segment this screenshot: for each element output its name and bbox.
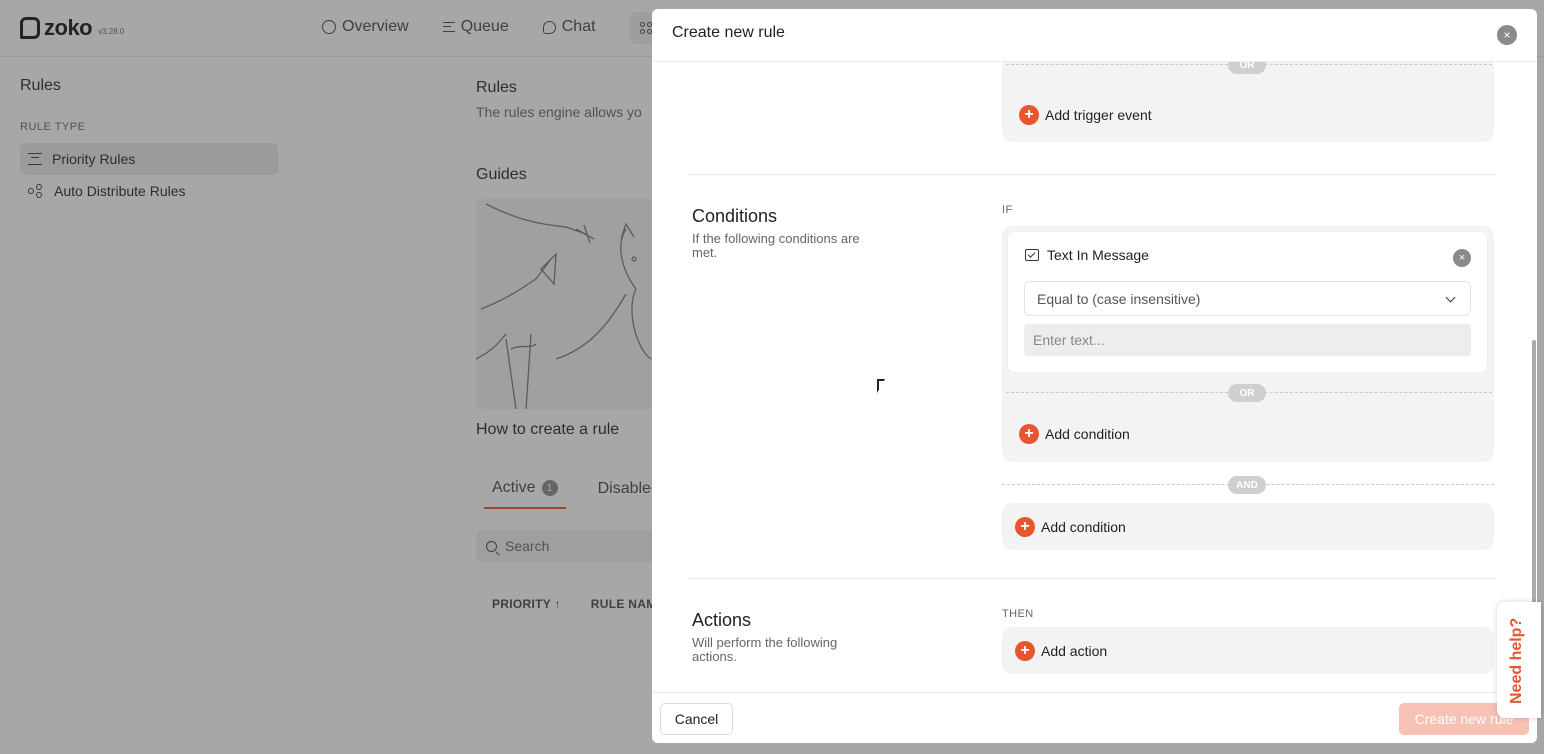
conditions-title: Conditions — [692, 206, 778, 226]
add-action-label: Add action — [1041, 643, 1108, 659]
add-condition-label: Add condition — [1045, 426, 1130, 442]
if-keyword: IF — [1002, 204, 1013, 216]
condition-or-pill: OR — [1228, 384, 1266, 402]
operator-value: Equal to (case insensitive) — [1037, 290, 1201, 307]
condition-label: Text In Message — [1047, 247, 1149, 263]
plus-icon: + — [1015, 641, 1035, 661]
cancel-button[interactable]: Cancel — [660, 703, 733, 735]
need-help-label: Need help? — [1508, 617, 1525, 704]
condition-text-input[interactable] — [1024, 324, 1471, 356]
add-action-button[interactable]: + Add action — [1015, 641, 1107, 661]
add-condition-inner-button[interactable]: + Add condition — [1019, 424, 1130, 444]
actions-description: Will perform the following actions. — [692, 635, 838, 664]
plus-icon: + — [1015, 517, 1035, 537]
actions-title: Actions — [692, 610, 752, 630]
modal-title: Create new rule — [672, 24, 785, 41]
message-icon — [1025, 249, 1039, 261]
section-separator — [688, 174, 1496, 175]
operator-select[interactable]: Equal to (case insensitive) — [1024, 281, 1471, 316]
modal-header: Create new rule × — [652, 9, 1537, 62]
add-trigger-event-label: Add trigger event — [1045, 107, 1152, 123]
close-icon: × — [1458, 252, 1466, 264]
plus-icon: + — [1019, 105, 1039, 125]
chevron-down-icon — [1445, 292, 1456, 303]
close-modal-button[interactable]: × — [1497, 25, 1517, 45]
modal-body: OR + Add trigger event Conditions If the… — [652, 62, 1537, 692]
mouse-cursor-icon — [877, 379, 885, 393]
need-help-button[interactable]: Need help? — [1497, 602, 1541, 718]
add-condition-label: Add condition — [1041, 519, 1126, 535]
condition-item: Text In Message × Equal to (case insensi… — [1008, 232, 1487, 372]
modal-footer: Cancel Create new rule — [652, 692, 1537, 743]
and-pill: AND — [1228, 476, 1266, 494]
then-keyword: THEN — [1002, 608, 1034, 620]
add-condition-outer-button[interactable]: + Add condition — [1015, 517, 1126, 537]
close-icon: × — [1503, 28, 1511, 42]
modal-scrollbar[interactable] — [1532, 340, 1536, 610]
condition-header: Text In Message — [1025, 247, 1149, 263]
plus-icon: + — [1019, 424, 1039, 444]
create-rule-modal: Create new rule × OR + Add trigger event… — [652, 9, 1537, 743]
trigger-card — [1002, 62, 1494, 142]
section-separator — [688, 578, 1496, 579]
conditions-description: If the following conditions are met. — [692, 231, 860, 260]
add-trigger-event-button[interactable]: + Add trigger event — [1019, 105, 1152, 125]
trigger-or-pill: OR — [1228, 62, 1266, 74]
remove-condition-button[interactable]: × — [1453, 249, 1471, 267]
